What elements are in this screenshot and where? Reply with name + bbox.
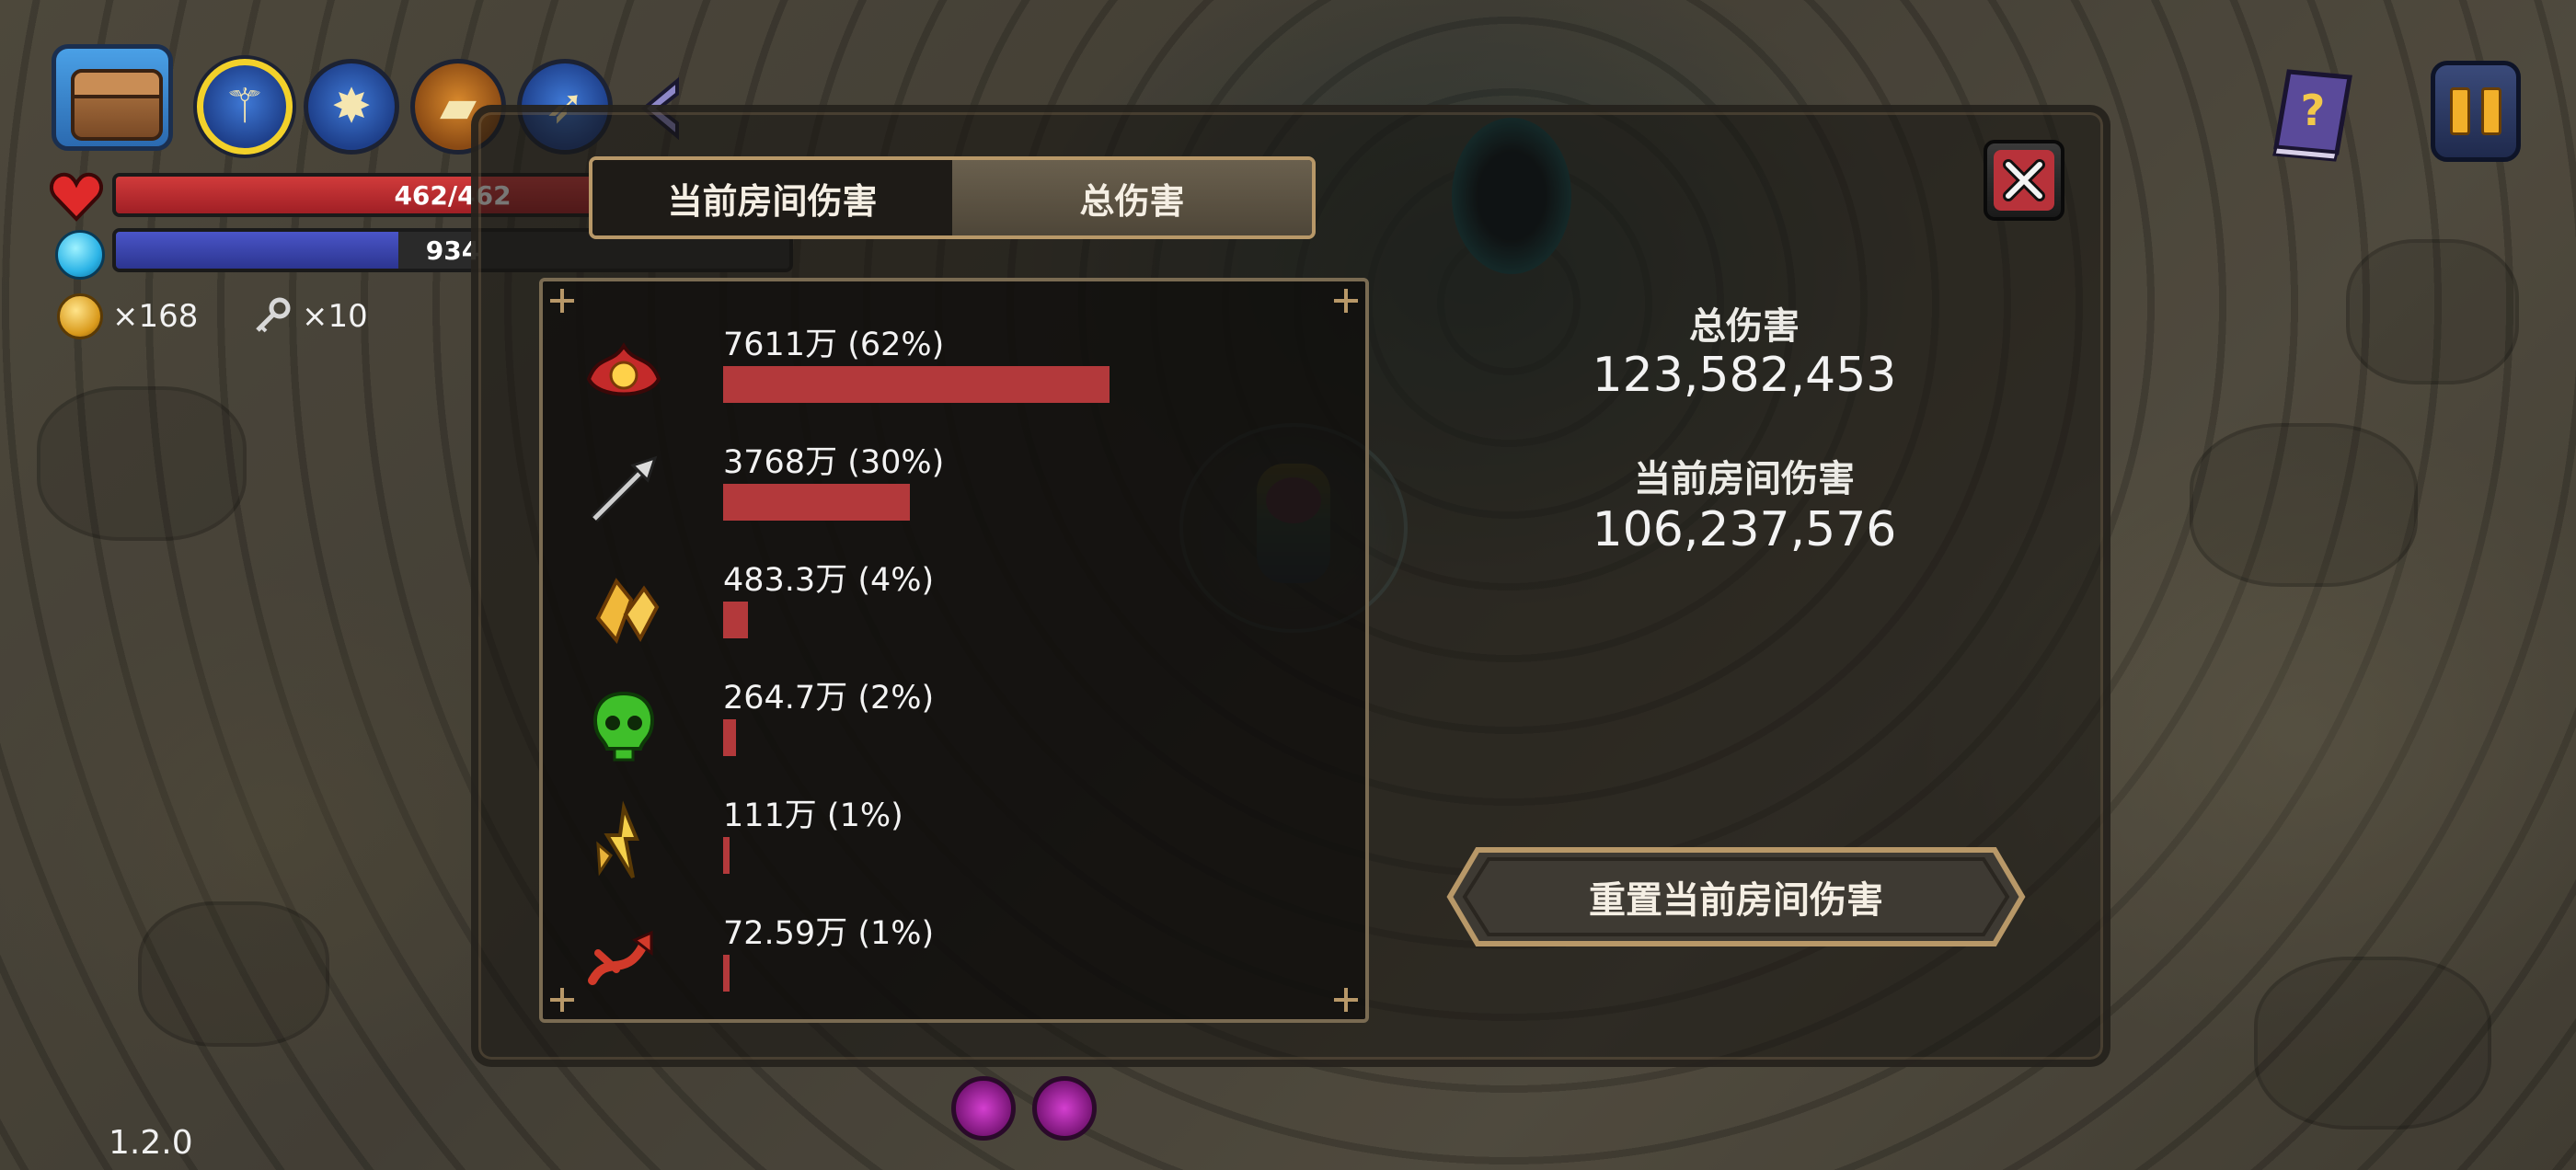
damage-row-bar: [723, 366, 1110, 403]
current-room-damage-title: 当前房间伤害: [1634, 458, 1855, 500]
damage-row-label: 72.59万 (1%): [723, 915, 935, 952]
damage-row-label: 7611万 (62%): [723, 327, 945, 363]
corner-ornament: [1334, 988, 1358, 1012]
damage-row: 483.3万 (4%): [580, 554, 1334, 664]
red-arrows-icon: [588, 930, 653, 985]
damage-row-bar: [723, 955, 730, 992]
total-damage-title: 总伤害: [1689, 305, 1800, 348]
damage-row: 7611万 (62%): [580, 318, 1334, 429]
key-counter: ×10: [250, 292, 368, 340]
damage-row-label: 111万 (1%): [723, 797, 903, 834]
coin-count: ×168: [112, 298, 199, 335]
version-label: 1.2.0: [109, 1124, 193, 1162]
damage-row: 3768万 (30%): [580, 436, 1334, 546]
damage-source-list: 7611万 (62%) 3768万 (30%) 483.3万 (4%) 264.…: [539, 278, 1369, 1023]
close-button[interactable]: [1984, 140, 2064, 221]
status-effect-skull-icon: [951, 1076, 1016, 1141]
crystal-icon: [595, 578, 660, 644]
damage-row: 111万 (1%): [580, 789, 1334, 900]
corner-ornament: [550, 289, 574, 313]
damage-row-bar: [723, 484, 910, 521]
damage-row-bar: [723, 837, 730, 874]
close-x-glyph: [2003, 159, 2045, 201]
arrow-icon: [591, 455, 658, 522]
poison-skull-icon: [593, 691, 654, 762]
staff-icon: ⚚: [223, 79, 267, 134]
damage-row-label: 264.7万 (2%): [723, 680, 935, 717]
damage-row: 72.59万 (1%): [580, 907, 1334, 1017]
current-room-damage-value: 106,237,576: [1592, 502, 1897, 557]
pause-icon-bar: [2450, 87, 2470, 135]
status-effect-orb-icon: [1032, 1076, 1097, 1141]
reset-button-label: 重置当前房间伤害: [1589, 879, 1883, 922]
heart-icon: [50, 172, 103, 222]
question-mark-icon: ?: [2301, 86, 2326, 135]
damage-row-label: 483.3万 (4%): [723, 562, 935, 599]
damage-row-bar: [723, 719, 736, 756]
damage-row-label: 3768万 (30%): [723, 444, 945, 481]
lightning-shard-icon: [596, 800, 639, 879]
pause-icon-bar: [2481, 87, 2501, 135]
skill-slot-mace[interactable]: ✸: [304, 59, 399, 155]
corner-ornament: [550, 988, 574, 1012]
mana-orb-icon: [55, 230, 105, 280]
skill-slot-staff[interactable]: ⚚: [197, 59, 293, 155]
total-damage-value: 123,582,453: [1592, 348, 1897, 403]
inventory-chest-button[interactable]: [52, 44, 173, 151]
tab-current-room-damage[interactable]: 当前房间伤害: [592, 160, 952, 235]
help-book-button[interactable]: ?: [2269, 64, 2357, 164]
chest-lid: [71, 69, 163, 98]
damage-tabs: 当前房间伤害 总伤害: [589, 156, 1316, 239]
pause-button[interactable]: [2431, 61, 2521, 162]
tab-total-damage[interactable]: 总伤害: [952, 160, 1312, 235]
damage-row: 264.7万 (2%): [580, 671, 1334, 782]
fire-flower-icon: [586, 342, 661, 396]
close-icon: [1994, 150, 2054, 211]
coin-counter: ×168: [57, 292, 198, 340]
key-icon: [256, 297, 291, 333]
key-count: ×10: [302, 298, 368, 335]
reset-room-damage-button[interactable]: 重置当前房间伤害: [1446, 846, 2026, 947]
corner-ornament: [1334, 289, 1358, 313]
damage-row-bar: [723, 602, 748, 638]
coin-icon: [57, 293, 103, 339]
mace-icon: ✸: [331, 79, 372, 134]
